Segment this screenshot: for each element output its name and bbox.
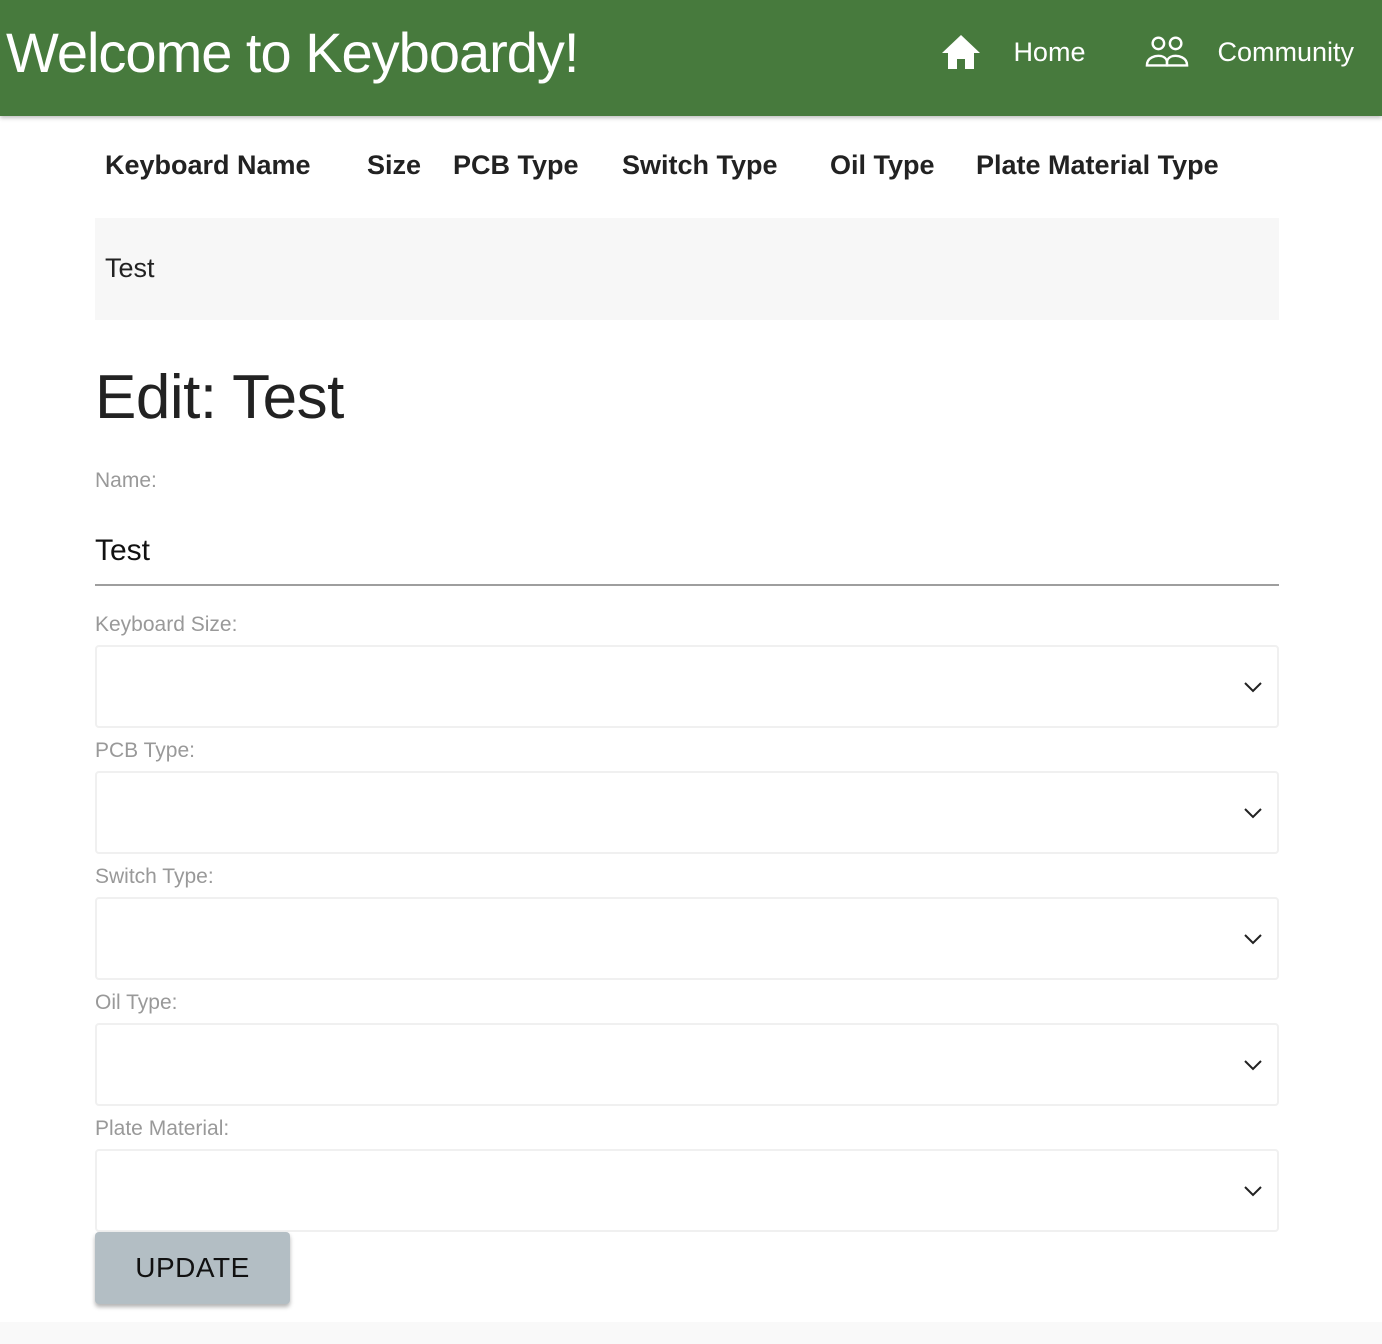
cell-keyboard-name: Test	[105, 253, 155, 283]
page-footer	[0, 1322, 1382, 1344]
keyboard-size-select[interactable]	[95, 645, 1279, 728]
column-header-oil-type: Oil Type	[830, 150, 935, 180]
chevron-down-icon	[1244, 1186, 1262, 1197]
keyboard-size-label: Keyboard Size:	[95, 613, 238, 636]
app-header: Welcome to Keyboardy! Home Community	[0, 0, 1382, 116]
oil-type-select[interactable]	[95, 1023, 1279, 1106]
plate-material-label: Plate Material:	[95, 1117, 230, 1140]
table-header: Keyboard Name Size PCB Type Switch Type …	[95, 148, 1279, 188]
nav-community-label: Community	[1217, 36, 1354, 67]
app-title: Welcome to Keyboardy!	[6, 21, 579, 84]
pcb-type-select[interactable]	[95, 771, 1279, 854]
column-header-keyboard-name: Keyboard Name	[105, 150, 311, 180]
people-icon	[1145, 30, 1189, 74]
nav-community-link[interactable]: Community	[1145, 30, 1354, 74]
name-label: Name:	[95, 469, 157, 492]
chevron-down-icon	[1244, 808, 1262, 819]
update-button[interactable]: UPDATE	[95, 1232, 290, 1304]
nav-home-label: Home	[1013, 36, 1086, 67]
chevron-down-icon	[1244, 1060, 1262, 1071]
nav-home-link[interactable]: Home	[939, 30, 1085, 74]
column-header-size: Size	[367, 150, 422, 180]
column-header-pcb-type: PCB Type	[453, 150, 579, 180]
switch-type-select[interactable]	[95, 897, 1279, 980]
pcb-type-label: PCB Type:	[95, 739, 195, 762]
column-header-switch-type: Switch Type	[622, 150, 778, 180]
edit-title: Edit: Test	[95, 363, 344, 432]
plate-material-select[interactable]	[95, 1149, 1279, 1232]
switch-type-label: Switch Type:	[95, 865, 214, 888]
name-input[interactable]	[95, 518, 1279, 586]
column-header-plate-material-type: Plate Material Type	[976, 150, 1219, 180]
home-icon	[939, 30, 983, 74]
oil-type-label: Oil Type:	[95, 991, 178, 1014]
chevron-down-icon	[1244, 682, 1262, 693]
table-row[interactable]: Test	[95, 218, 1279, 320]
nav-bar: Home Community	[939, 30, 1354, 74]
chevron-down-icon	[1244, 934, 1262, 945]
